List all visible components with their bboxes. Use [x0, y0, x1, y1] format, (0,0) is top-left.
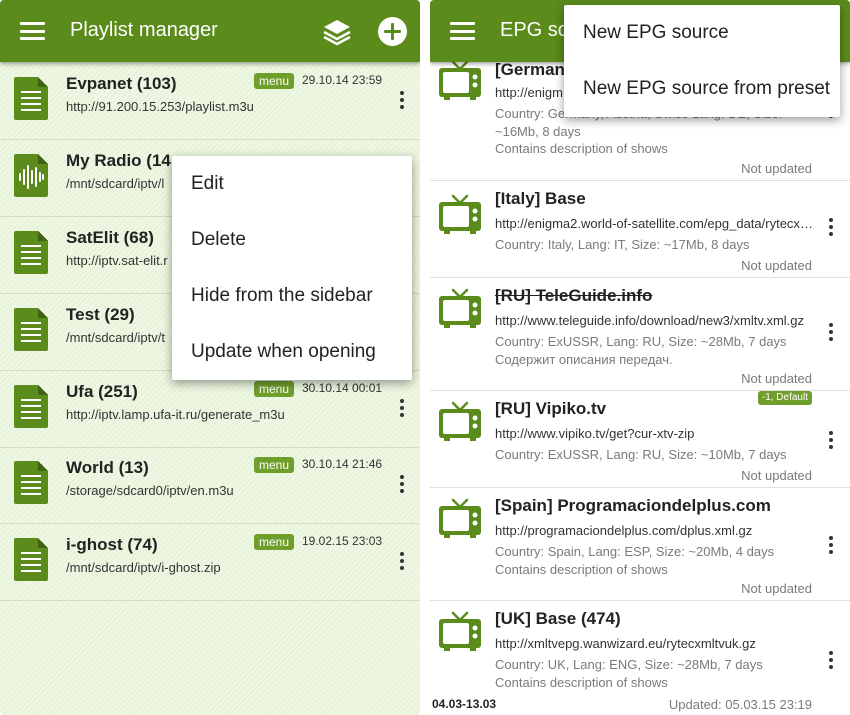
- add-icon[interactable]: [378, 17, 407, 46]
- playlist-name: i-ghost (74): [66, 535, 158, 554]
- layers-icon[interactable]: [322, 18, 352, 46]
- playlist-item[interactable]: Ufa (251) http://iptv.lamp.ufa-it.ru/gene…: [0, 371, 420, 448]
- epg-source-name: [UK] Base (474): [495, 609, 621, 628]
- epg-source-url: http://programaciondelplus.com/dplus.xml…: [495, 523, 753, 538]
- playlist-name: Test (29): [66, 305, 135, 324]
- hide-from-sidebar-menu-item[interactable]: Hide from the sidebar: [172, 268, 412, 324]
- playlist-date: 19.02.15 23:03: [302, 534, 383, 548]
- epg-source-description: Contains description of shows: [495, 675, 668, 690]
- add-source-menu: New EPG source New EPG source from preset: [564, 5, 840, 117]
- playlist-date: 29.10.14 23:59: [302, 73, 383, 87]
- tv-icon: [439, 611, 481, 651]
- more-options-icon[interactable]: [828, 431, 834, 451]
- epg-source-url: http://enigma2.world-of-satellite.com/ep…: [495, 216, 817, 231]
- menu-icon[interactable]: [20, 22, 45, 40]
- more-options-icon[interactable]: [828, 536, 834, 556]
- document-icon: [14, 231, 48, 274]
- playlist-path: /storage/sdcard0/iptv/en.m3u: [66, 483, 234, 498]
- document-icon: [14, 385, 48, 428]
- playlist-path: http://iptv.lamp.ufa-it.ru/generate_m3u: [66, 407, 285, 422]
- playlist-date: 30.10.14 21:46: [302, 457, 383, 471]
- epg-source-item[interactable]: [Spain] Programaciondelplus.com http://pr…: [430, 488, 850, 601]
- last-updated: Updated: 05.03.15 23:19: [668, 697, 812, 712]
- footer-bar: 04.03-13.03 Updated: 05.03.15 23:19: [430, 695, 850, 715]
- playlist-path: /mnt/sdcard/iptv/i-ghost.zip: [66, 560, 221, 575]
- epg-source-item[interactable]: [Italy] Base http://enigma2.world-of-sate…: [430, 181, 850, 278]
- epg-source-name: [RU] TeleGuide.info: [495, 286, 653, 305]
- playlist-item[interactable]: World (13) /storage/sdcard0/iptv/en.m3u me…: [0, 447, 420, 524]
- document-icon: [14, 538, 48, 581]
- tv-icon: [439, 60, 481, 100]
- playlist-path: /mnt/sdcard/iptv/l: [66, 176, 165, 191]
- audio-file-icon: [14, 154, 48, 197]
- playlist-name: SatElit (68): [66, 228, 154, 247]
- more-options-icon[interactable]: [399, 552, 405, 572]
- more-options-icon[interactable]: [399, 475, 405, 495]
- document-icon: [14, 461, 48, 504]
- epg-update-status: Not updated: [741, 581, 812, 596]
- menu-badge[interactable]: menu: [254, 534, 295, 550]
- app-bar: Playlist manager: [0, 0, 420, 62]
- more-options-icon[interactable]: [399, 399, 405, 419]
- more-options-icon[interactable]: [828, 218, 834, 238]
- epg-source-name: [Germany: [495, 60, 575, 79]
- epg-update-status: Not updated: [741, 468, 812, 483]
- playlist-path: http://iptv.sat-elit.r: [66, 253, 168, 268]
- context-menu: Edit Delete Hide from the sidebar Update wh…: [172, 156, 412, 380]
- playlist-item[interactable]: Evpanet (103) http://91.200.15.253/playli…: [0, 63, 420, 140]
- epg-source-item[interactable]: [RU] Vipiko.tv http://www.vipiko.tv/get?c…: [430, 391, 850, 488]
- playlist-path: http://91.200.15.253/playlist.m3u: [66, 99, 254, 114]
- epg-update-status: Not updated: [741, 371, 812, 386]
- tv-icon: [439, 401, 481, 441]
- epg-source-name: [RU] Vipiko.tv: [495, 399, 607, 418]
- more-options-icon[interactable]: [828, 651, 834, 671]
- new-epg-source-menu-item[interactable]: New EPG source: [564, 5, 840, 61]
- epg-source-description: Contains description of shows: [495, 562, 668, 577]
- menu-icon[interactable]: [450, 22, 475, 40]
- more-options-icon[interactable]: [828, 323, 834, 343]
- epg-source-description: Содержит описания передач.: [495, 352, 673, 367]
- document-icon: [14, 308, 48, 351]
- playlist-name: Evpanet (103): [66, 74, 177, 93]
- epg-source-info: Country: ExUSSR, Lang: RU, Size: ~10Mb, …: [495, 447, 787, 462]
- epg-source-info: Country: Spain, Lang: ESP, Size: ~20Mb, …: [495, 544, 775, 559]
- more-options-icon[interactable]: [399, 91, 405, 111]
- epg-source-description: Contains description of shows: [495, 141, 668, 156]
- update-when-opening-menu-item[interactable]: Update when opening: [172, 324, 412, 380]
- epg-source-item[interactable]: [RU] TeleGuide.info http://www.teleguide.…: [430, 278, 850, 391]
- epg-update-status: Not updated: [741, 258, 812, 273]
- delete-menu-item[interactable]: Delete: [172, 212, 412, 268]
- playlist-date: 30.10.14 00:01: [302, 381, 383, 395]
- epg-source-info: Country: UK, Lang: ENG, Size: ~28Mb, 7 d…: [495, 657, 763, 672]
- epg-source-url: http://www.teleguide.info/download/new3/…: [495, 313, 805, 328]
- epg-source-name: [Spain] Programaciondelplus.com: [495, 496, 771, 515]
- edit-menu-item[interactable]: Edit: [172, 156, 412, 212]
- menu-badge[interactable]: menu: [254, 73, 295, 89]
- epg-source-info: Country: Italy, Lang: IT, Size: ~17Mb, 8…: [495, 237, 750, 252]
- default-badge: -1, Default: [757, 391, 812, 405]
- tv-icon: [439, 194, 481, 234]
- playlist-name: World (13): [66, 458, 149, 477]
- epg-date-range: 04.03-13.03: [432, 697, 497, 711]
- epg-update-status: Not updated: [741, 161, 812, 176]
- epg-sources-screen: EPG sou [Germanyhttp://enigmCountry: Ger…: [430, 0, 850, 715]
- playlist-item[interactable]: i-ghost (74) /mnt/sdcard/iptv/i-ghost.zip…: [0, 524, 420, 601]
- playlist-manager-screen: Playlist manager Evpanet (103) http://91.…: [0, 0, 420, 715]
- new-epg-source-from-preset-menu-item[interactable]: New EPG source from preset: [564, 61, 840, 117]
- playlist-path: /mnt/sdcard/iptv/t: [66, 330, 165, 345]
- tv-icon: [439, 288, 481, 328]
- document-icon: [14, 77, 48, 120]
- page-title: Playlist manager: [70, 19, 218, 41]
- epg-source-url: http://www.vipiko.tv/get?cur-xtv-zip: [495, 426, 695, 441]
- epg-source-name: [Italy] Base: [495, 189, 586, 208]
- tv-icon: [439, 498, 481, 538]
- playlist-name: Ufa (251): [66, 382, 138, 401]
- menu-badge[interactable]: menu: [254, 457, 295, 473]
- menu-badge[interactable]: menu: [254, 381, 295, 397]
- playlist-name: My Radio (14: [66, 151, 171, 170]
- epg-source-info: Country: ExUSSR, Lang: RU, Size: ~28Mb, …: [495, 334, 787, 349]
- epg-source-url: http://xmltvepg.wanwizard.eu/rytecxmltvu…: [495, 636, 756, 651]
